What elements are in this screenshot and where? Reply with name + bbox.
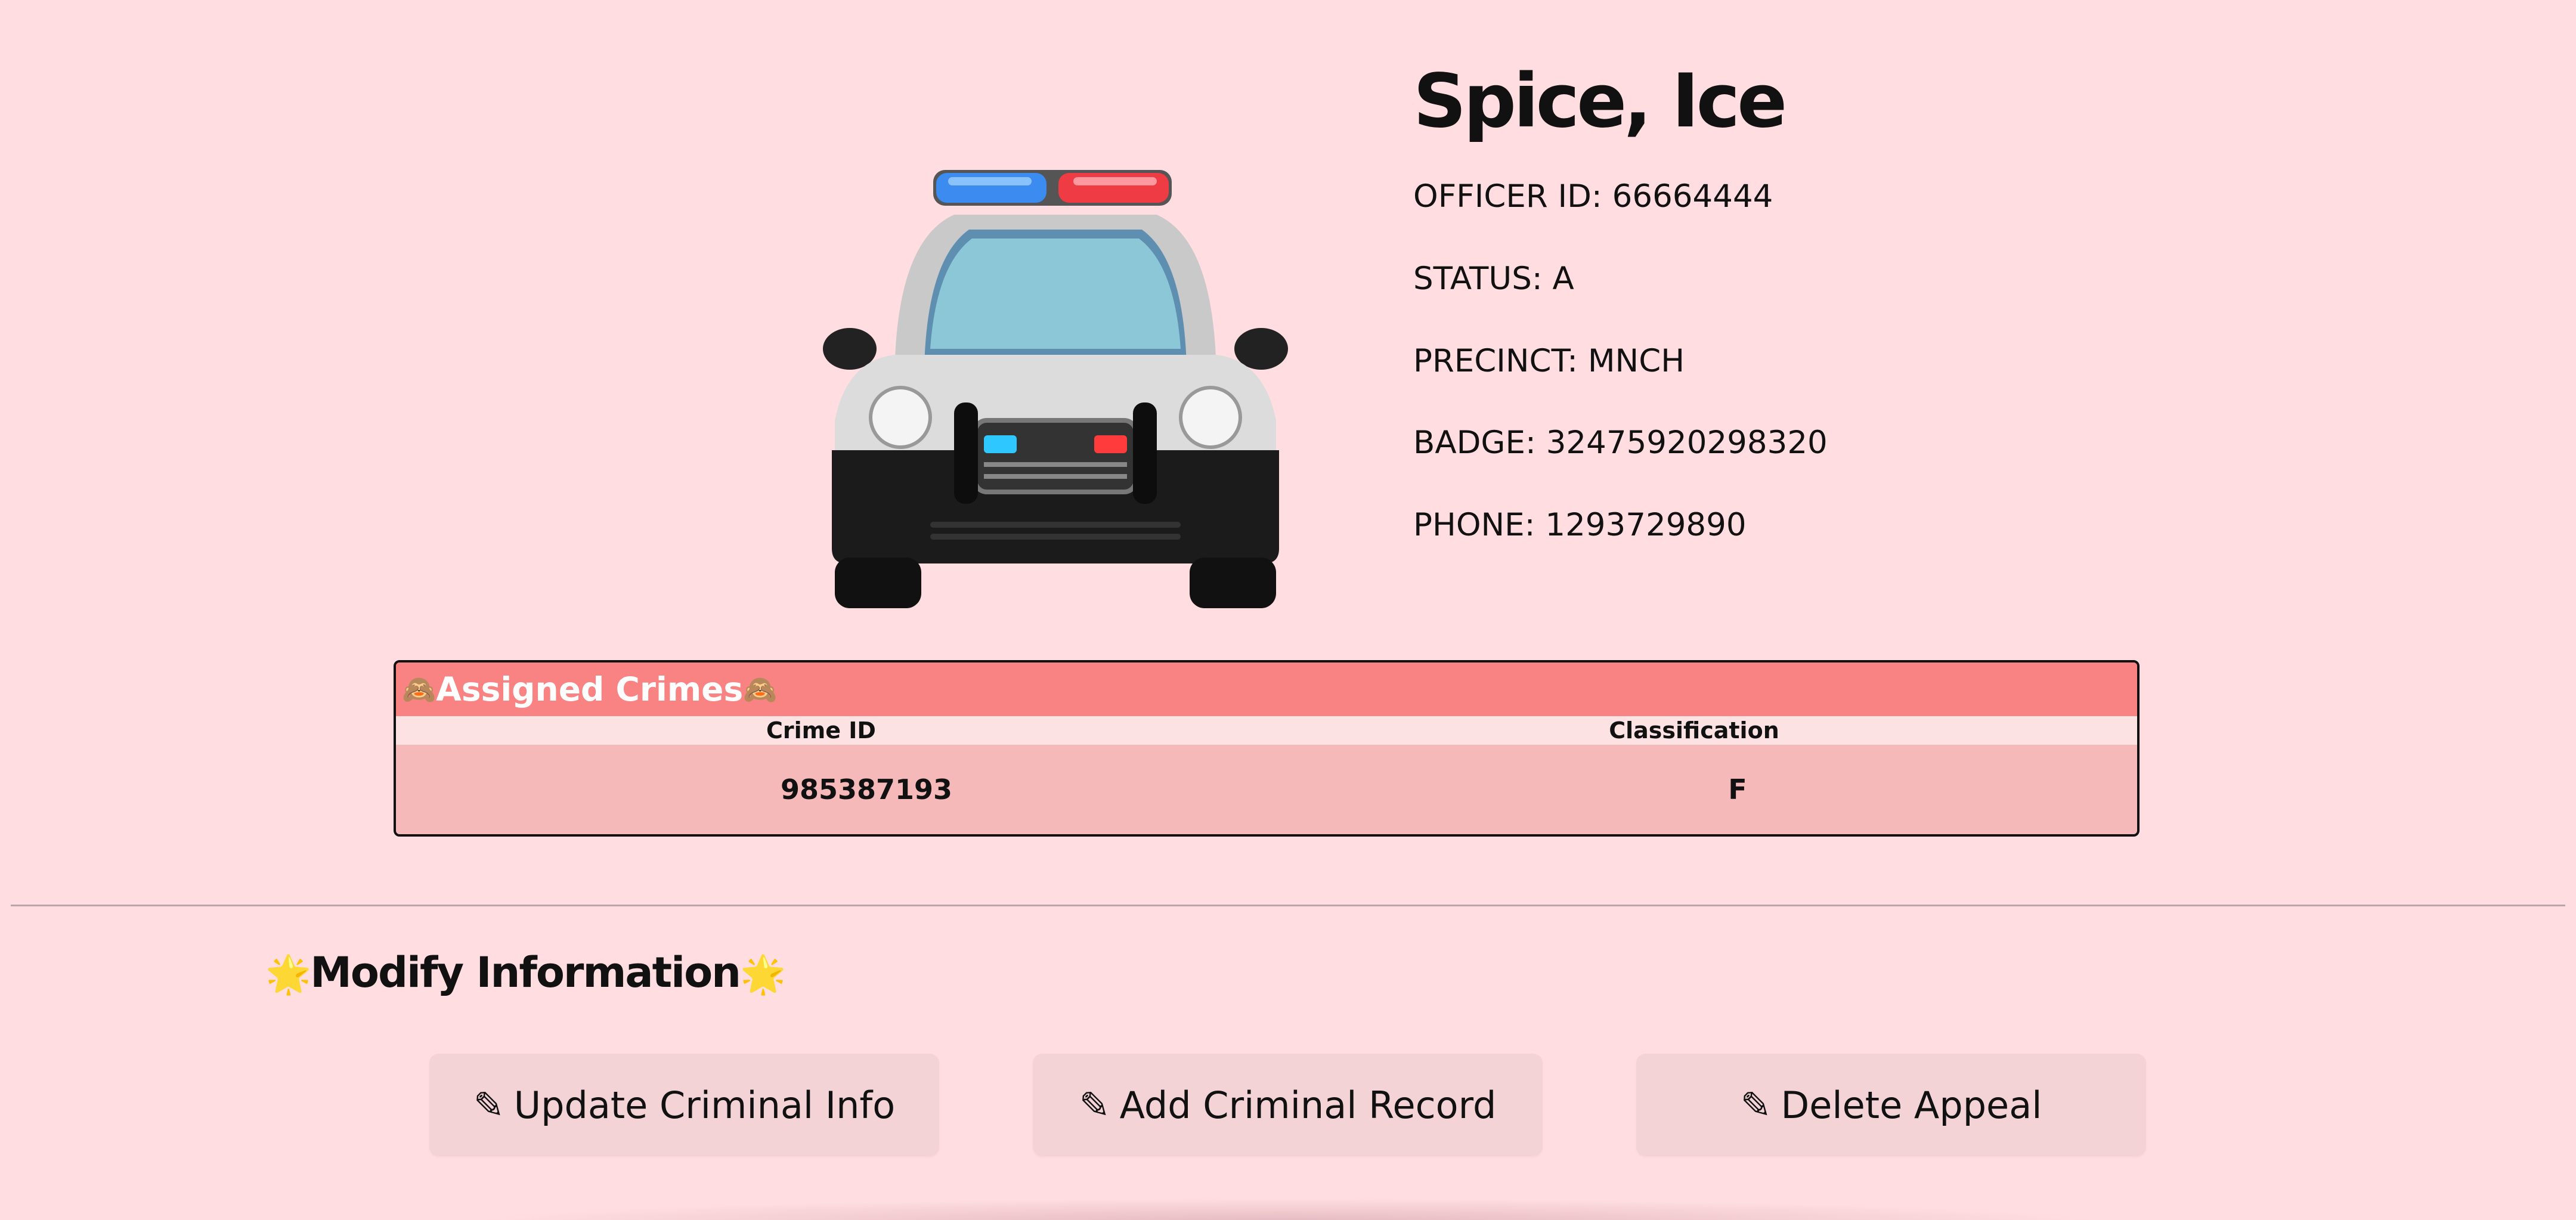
crime-id-cell: 985387193 [780, 773, 953, 806]
assigned-crimes-title: Assigned Crimes [436, 670, 744, 708]
delete-appeal-button[interactable]: ✎ Delete Appeal [1636, 1054, 2146, 1156]
classification-cell: F [1728, 773, 1747, 806]
officer-phone: PHONE: 1293729890 [1413, 507, 1747, 543]
officer-name: Spice, Ice [1413, 58, 1787, 144]
pencil-icon: ✎ [1079, 1083, 1110, 1127]
pencil-icon: ✎ [1740, 1083, 1772, 1127]
update-criminal-info-label: Update Criminal Info [513, 1083, 896, 1127]
glowing-star-icon: 🌟 [740, 952, 786, 996]
see-no-evil-monkey-icon: 🙈 [402, 673, 436, 705]
assigned-crimes-table: 🙈 Assigned Crimes 🙈 Crime ID Classificat… [394, 660, 2140, 837]
modify-information-title: 🌟Modify Information🌟 [265, 948, 786, 997]
modify-title-label: Modify Information [310, 948, 741, 997]
officer-badge: BADGE: 32475920298320 [1413, 425, 1828, 461]
assigned-crimes-header: 🙈 Assigned Crimes 🙈 [396, 662, 2137, 716]
officer-id: OFFICER ID: 66664444 [1413, 178, 1773, 215]
police-car-icon [823, 170, 1288, 608]
update-criminal-info-button[interactable]: ✎ Update Criminal Info [429, 1054, 939, 1156]
table-header-row: Crime ID Classification [396, 716, 2137, 745]
column-header-crime-id: Crime ID [766, 717, 876, 744]
add-criminal-record-button[interactable]: ✎ Add Criminal Record [1033, 1054, 1543, 1156]
glowing-star-icon: 🌟 [265, 952, 311, 996]
add-criminal-record-label: Add Criminal Record [1119, 1083, 1497, 1127]
officer-status: STATUS: A [1413, 261, 1574, 297]
table-row[interactable]: 985387193 F [396, 745, 2137, 834]
officer-precinct: PRECINCT: MNCH [1413, 343, 1685, 379]
pencil-icon: ✎ [473, 1083, 504, 1127]
section-divider [11, 905, 2565, 906]
see-no-evil-monkey-icon: 🙈 [743, 673, 778, 705]
officer-profile: Spice, Ice OFFICER ID: 66664444 STATUS: … [1413, 57, 1828, 543]
column-header-classification: Classification [1609, 717, 1779, 744]
delete-appeal-label: Delete Appeal [1781, 1083, 2042, 1127]
bottom-shadow [465, 1199, 2111, 1220]
officer-page: Spice, Ice OFFICER ID: 66664444 STATUS: … [0, 0, 2576, 1220]
